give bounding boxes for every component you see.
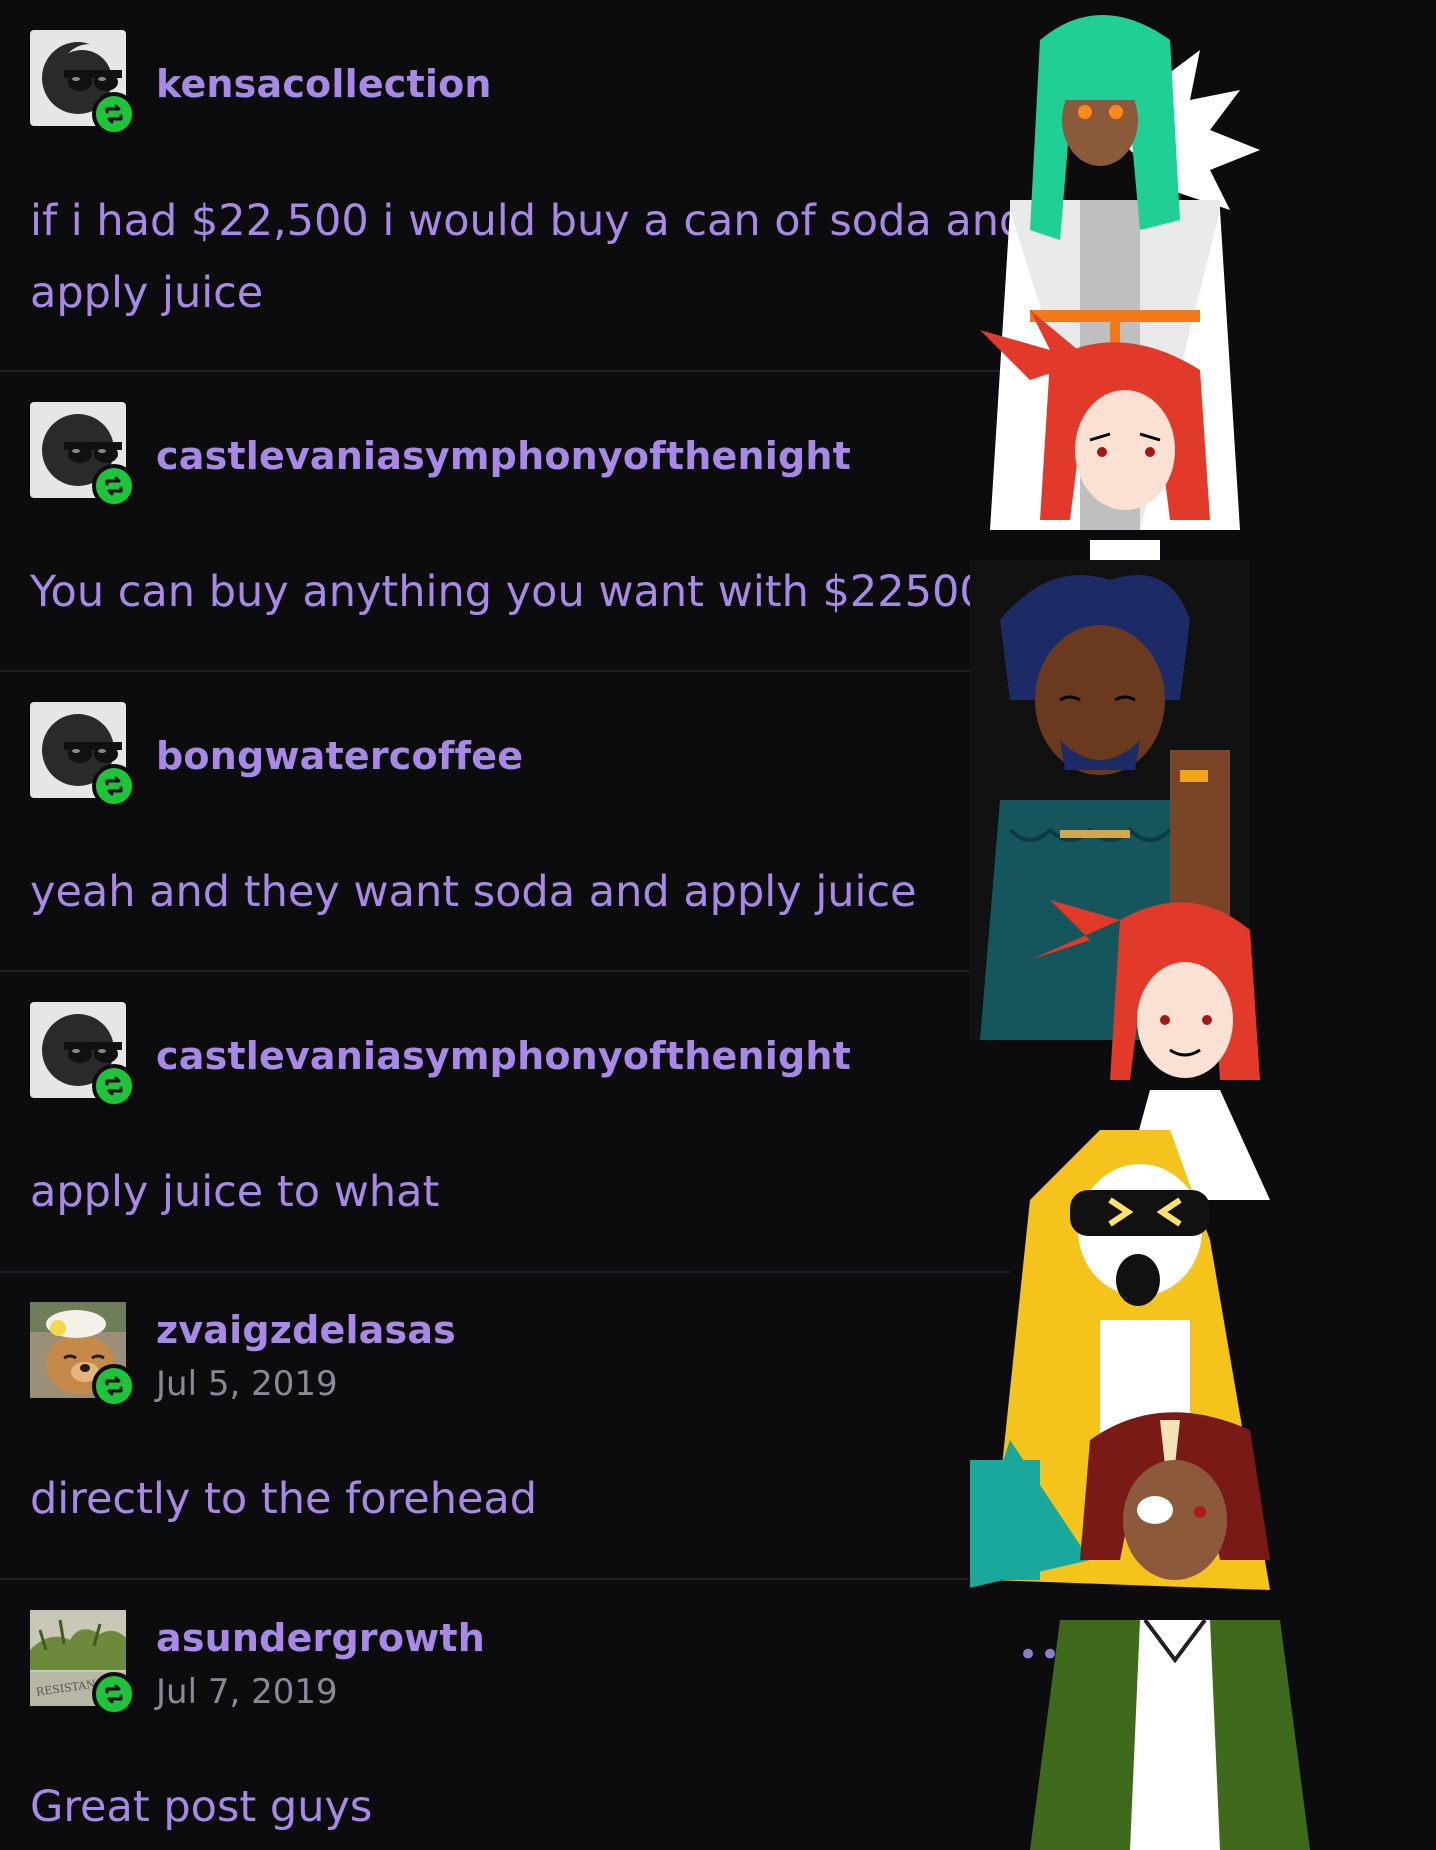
post-text: if i had $22,500 i would buy a can of so… — [30, 196, 1094, 318]
reblog-icon — [92, 1672, 136, 1716]
divider — [0, 670, 1010, 672]
post-text: yeah and they want soda and apply juice — [30, 867, 917, 917]
reblog-icon — [92, 764, 136, 808]
post-text: Great post guys — [30, 1782, 373, 1832]
post-date[interactable]: Jul 7, 2019 — [156, 1672, 338, 1712]
reblog-icon — [92, 464, 136, 508]
character-art-sticker — [970, 15, 1310, 1850]
post-text: apply juice to what — [30, 1167, 440, 1217]
divider — [0, 370, 1010, 372]
post-date[interactable]: Jul 5, 2019 — [156, 1364, 338, 1404]
username[interactable]: castlevaniasymphonyofthenight — [156, 1034, 851, 1078]
reblog-icon — [92, 1064, 136, 1108]
post-text: You can buy anything you want with $2250… — [30, 567, 987, 617]
username[interactable]: zvaigzdelasas — [156, 1308, 456, 1352]
post-text: directly to the forehead — [30, 1474, 538, 1524]
username[interactable]: kensacollection — [156, 62, 492, 106]
divider — [0, 970, 1010, 972]
reblog-icon — [92, 92, 136, 136]
username[interactable]: bongwatercoffee — [156, 734, 523, 778]
username[interactable]: castlevaniasymphonyofthenight — [156, 434, 851, 478]
divider — [0, 1578, 1010, 1580]
username[interactable]: asundergrowth — [156, 1616, 485, 1660]
reblog-icon — [92, 1364, 136, 1408]
divider — [0, 1271, 1010, 1273]
